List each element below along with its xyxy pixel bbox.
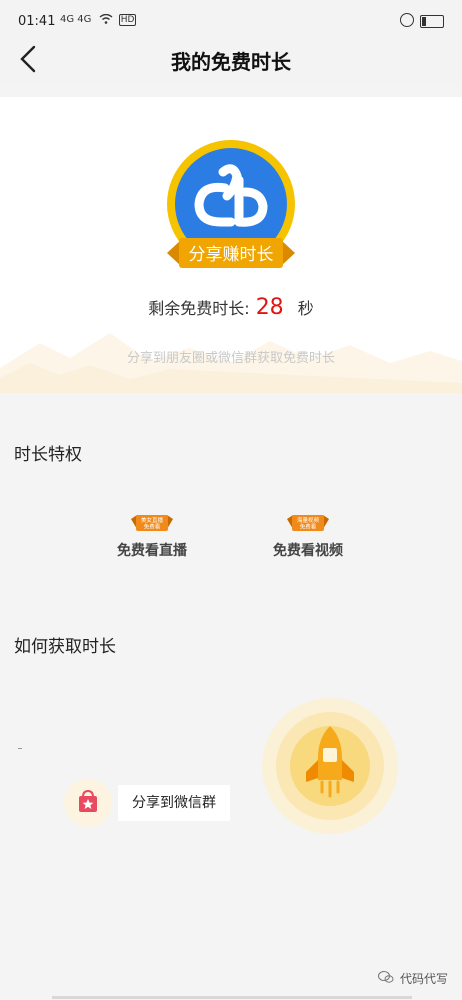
svg-text:美女直播: 美女直播 xyxy=(141,516,164,524)
privilege-video[interactable]: 海量视频 免费看 免费看视频 xyxy=(248,513,368,560)
privilege-video-label: 免费看视频 xyxy=(273,543,343,559)
share-to-wechat-group-button[interactable]: 分享到微信群 xyxy=(118,785,230,821)
live-tag-icon: 美女直播 免费看 xyxy=(131,515,173,531)
divider-dash xyxy=(18,748,22,749)
signal-icons: 4G 4G HD xyxy=(60,13,137,26)
hd-badge: HD xyxy=(118,14,137,26)
bottom-divider xyxy=(52,996,412,999)
how-to-title: 如何获取时长 xyxy=(14,637,116,657)
status-time: 01:41 xyxy=(18,14,56,29)
watermark-text: 代码代写 xyxy=(399,972,448,986)
video-tag-icon: 海量视频 免费看 xyxy=(287,515,329,531)
rotation-lock-icon xyxy=(400,13,414,27)
remaining-unit: 秒 xyxy=(297,299,314,318)
share-hint: 分享到朋友圈或微信群获取免费时长 xyxy=(126,351,335,366)
privilege-live[interactable]: 美女直播 免费看 免费看直播 xyxy=(92,513,212,560)
share-earn-badge: 分享赚时长 xyxy=(167,140,295,268)
wechat-icon xyxy=(378,971,394,983)
svg-text:海量视频: 海量视频 xyxy=(297,516,320,524)
free-time-card: 分享赚时长 剩余免费时长: 28 秒 分享到朋友圈或微信群获取免费时长 xyxy=(0,97,462,393)
badge-label: 分享赚时长 xyxy=(189,245,274,265)
privileges-title: 时长特权 xyxy=(14,445,82,465)
shopping-bag-star-icon xyxy=(79,789,97,812)
privilege-live-label: 免费看直播 xyxy=(117,543,187,559)
page-title: 我的免费时长 xyxy=(171,50,291,74)
remaining-label: 剩余免费时长: xyxy=(148,299,250,318)
battery-icon xyxy=(420,15,444,28)
status-bar: 01:41 4G 4G HD xyxy=(0,0,462,38)
share-icon-circle xyxy=(64,779,112,827)
signal-text: 4G 4G xyxy=(60,14,92,25)
nav-bar: 我的免费时长 xyxy=(0,38,462,82)
remaining-time: 剩余免费时长: 28 秒 xyxy=(0,295,462,320)
rocket-icon[interactable] xyxy=(262,698,398,834)
remaining-value: 28 xyxy=(255,295,284,320)
wifi-icon xyxy=(99,13,113,24)
svg-text:免费看: 免费看 xyxy=(300,523,317,531)
svg-text:免费看: 免费看 xyxy=(144,523,161,531)
